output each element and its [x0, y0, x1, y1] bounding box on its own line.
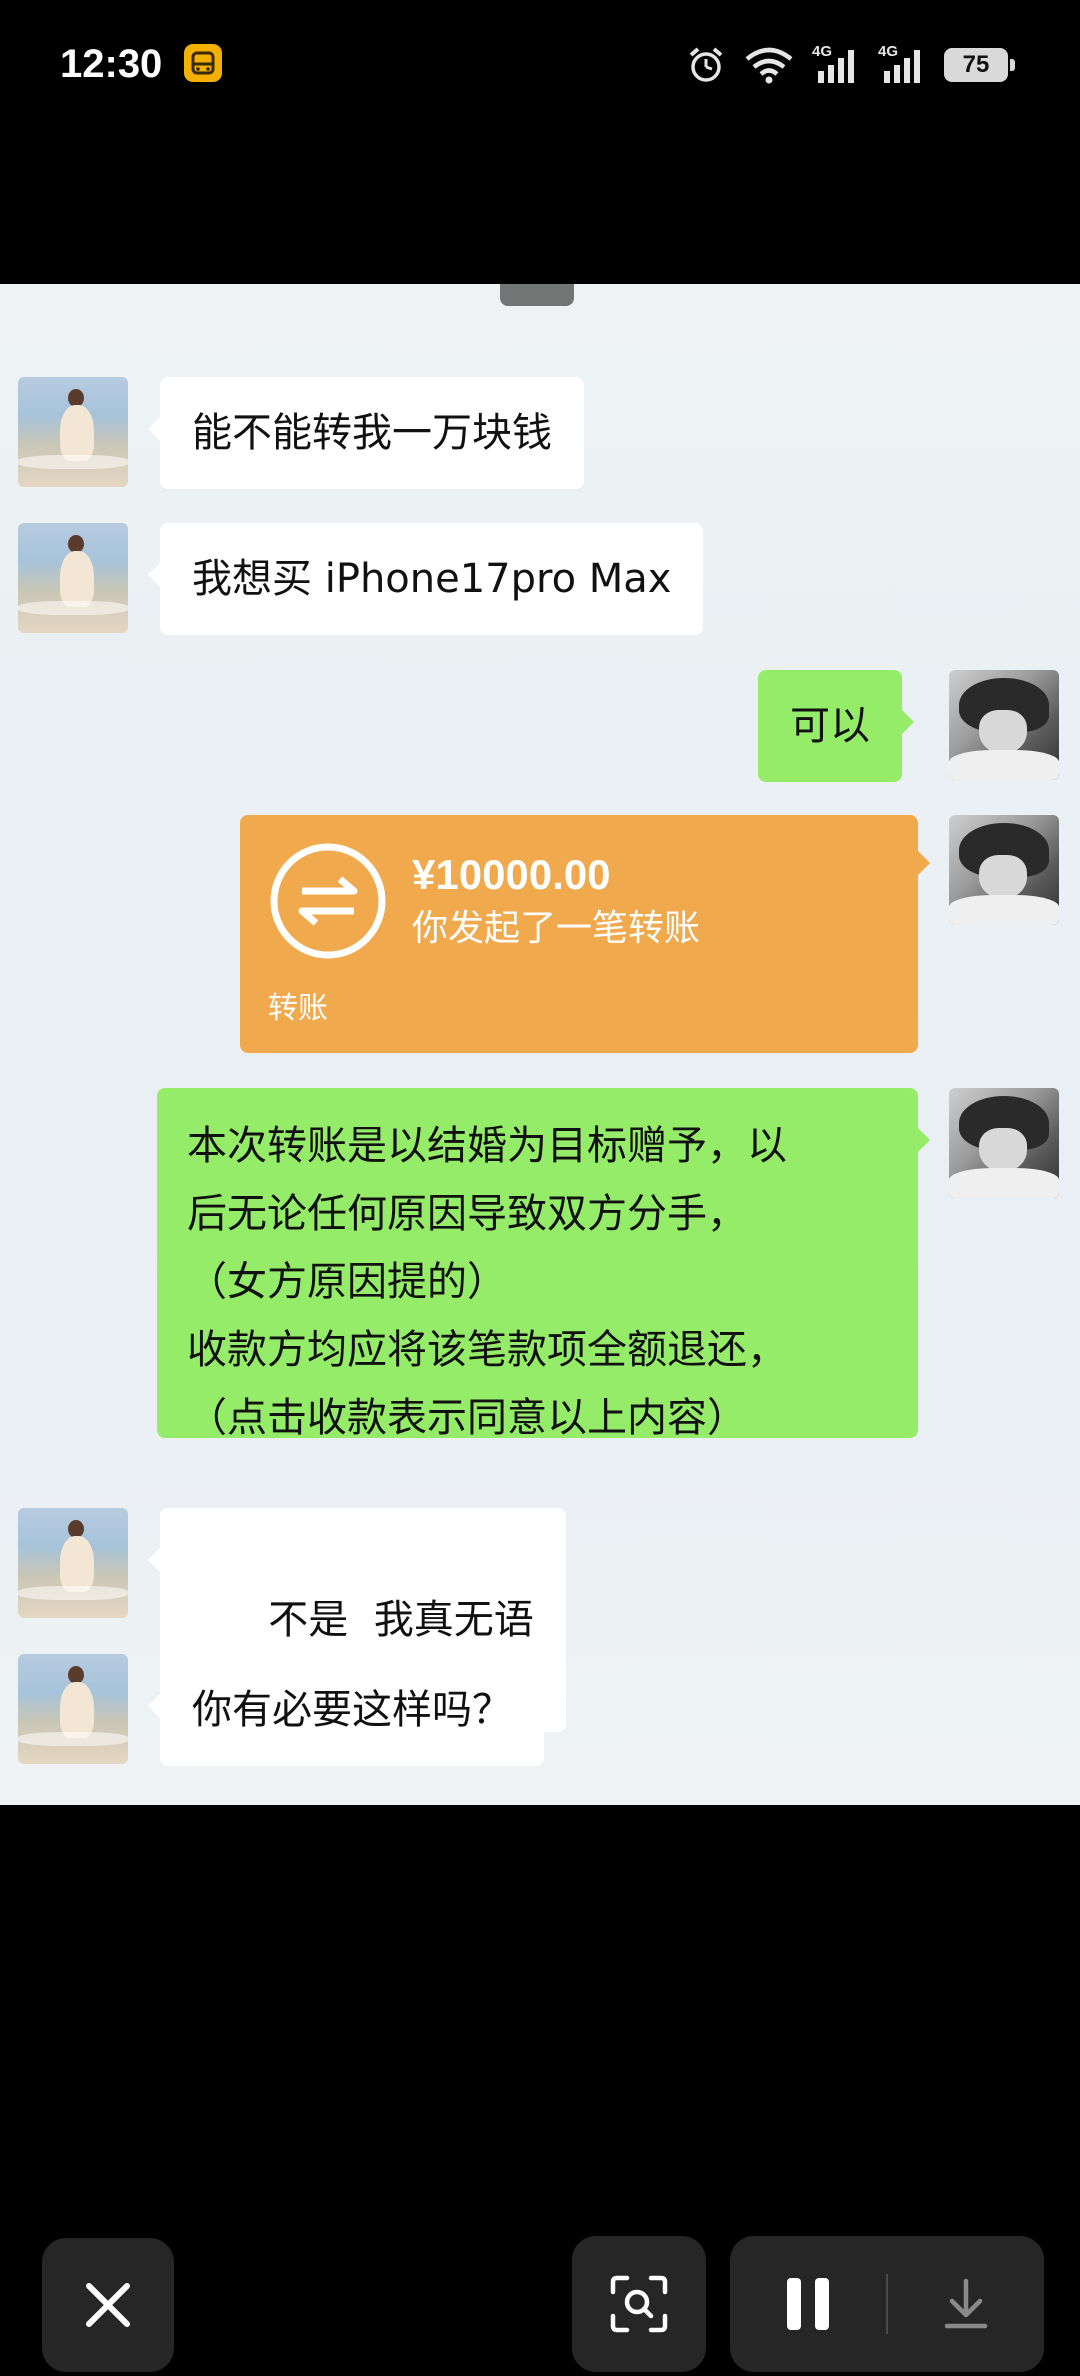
media-controls [730, 2236, 1044, 2372]
app-notification-icon [184, 44, 222, 82]
message-bubble[interactable]: 可以 [758, 670, 914, 782]
chat-conversation[interactable]: 能不能转我一万块钱 我想买 iPhone17pro Max 可以 ¥10000.… [0, 284, 1080, 1805]
download-button[interactable] [888, 2236, 1044, 2372]
alarm-icon [689, 47, 723, 82]
message-line: 收款方均应将该笔款项全额退还， [187, 1327, 787, 1373]
battery-level: 75 [962, 51, 990, 78]
message-line: （点击收款表示同意以上内容） [187, 1395, 747, 1441]
avatar[interactable] [18, 1508, 128, 1618]
signal-bars-icon [818, 50, 854, 83]
avatar[interactable] [18, 377, 128, 487]
transfer-description: 你发起了一笔转账 [412, 908, 701, 949]
status-time: 12:30 [60, 42, 163, 86]
avatar[interactable] [18, 523, 128, 633]
message-bubble[interactable]: 我想买 iPhone17pro Max [147, 523, 704, 635]
pause-icon [787, 2278, 829, 2330]
message-bubble[interactable]: 能不能转我一万块钱 [148, 377, 584, 489]
transfer-card[interactable]: ¥10000.00 你发起了一笔转账 转账 [240, 815, 930, 1053]
signal-bars-icon [884, 50, 920, 83]
image-search-button[interactable] [572, 2236, 706, 2372]
avatar[interactable] [18, 1654, 128, 1764]
message-bubble[interactable]: 本次转账是以结婚为目标赠予，以 后无论任何原因导致双方分手， （女方原因提的） … [157, 1088, 930, 1441]
avatar[interactable] [949, 815, 1059, 925]
transfer-amount: ¥10000.00 [412, 851, 611, 898]
message-text: 你有必要这样吗？ [192, 1687, 512, 1733]
close-button[interactable] [42, 2238, 174, 2372]
message-bubble[interactable]: 你有必要这样吗？ [148, 1654, 544, 1766]
wifi-icon [745, 47, 793, 84]
download-icon [944, 2278, 988, 2329]
message-line: 本次转账是以结婚为目标赠予，以 [187, 1123, 787, 1169]
avatar[interactable] [949, 1088, 1059, 1198]
transfer-label: 转账 [268, 991, 328, 1026]
status-icons: 4G 4G 75 [686, 40, 1015, 90]
cellular-signal-1: 4G [812, 43, 860, 85]
close-icon [86, 2283, 130, 2327]
message-text: 不是 我真无语 [268, 1597, 534, 1643]
cellular-signal-2: 4G [878, 43, 926, 85]
pause-button[interactable] [730, 2236, 886, 2372]
battery-icon: 75 [944, 48, 1015, 82]
avatar[interactable] [949, 670, 1059, 780]
message-line: 后无论任何原因导致双方分手， [187, 1191, 747, 1237]
scan-search-icon [610, 2275, 668, 2333]
drag-handle [500, 284, 574, 306]
screen: 12:30 4G 4G 75 能不能转我一万块钱 我想买 iPhone17pro… [0, 0, 1080, 2376]
message-text: 可以 [790, 703, 870, 749]
message-text: 我想买 iPhone17pro Max [192, 556, 672, 602]
status-bar: 12:30 4G 4G 75 [0, 0, 1080, 130]
message-line: （女方原因提的） [187, 1259, 507, 1305]
transfer-icon [270, 843, 386, 959]
message-text: 能不能转我一万块钱 [192, 410, 552, 456]
